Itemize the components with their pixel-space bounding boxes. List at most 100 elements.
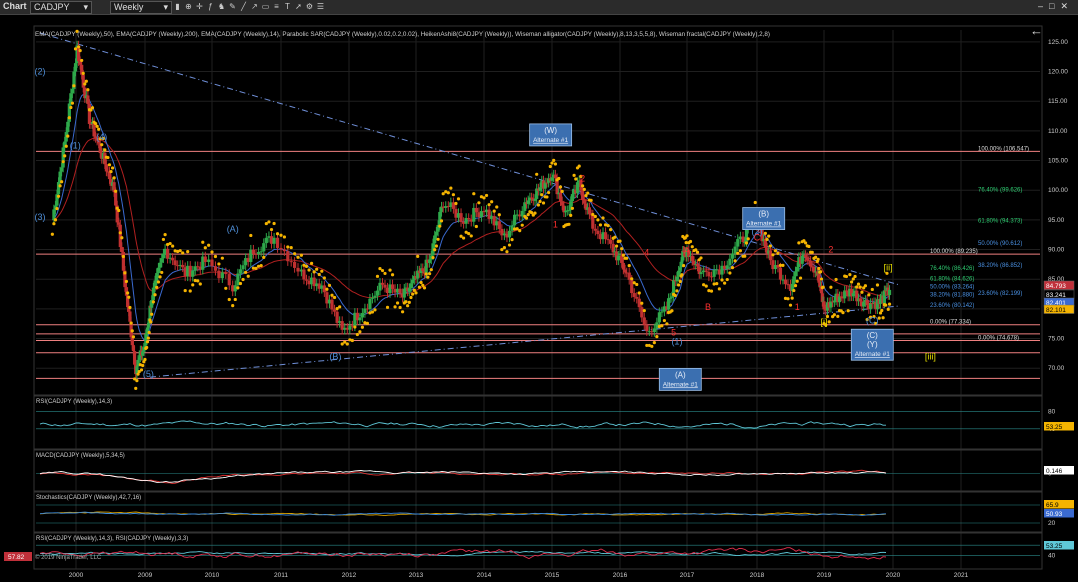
psar-dot [526, 213, 530, 217]
candle-body [668, 297, 672, 299]
psar-dot [601, 216, 605, 220]
indicators-icon[interactable]: ƒ [205, 1, 216, 12]
candle-body [171, 257, 175, 261]
psar-dot [690, 245, 694, 249]
psar-dot [332, 295, 337, 300]
timeframe-selector[interactable]: Weekly ▾ [110, 1, 172, 14]
indicator-panel-frame [33, 491, 1043, 533]
psar-dot [621, 253, 625, 257]
psar-dot [259, 263, 263, 268]
minimize-button[interactable]: – [1038, 1, 1049, 11]
x-tick-label: 2012 [342, 572, 357, 579]
psar-dot [150, 312, 154, 316]
psar-dot [50, 232, 54, 236]
psar-dot [433, 248, 437, 252]
text-icon[interactable]: T [282, 1, 293, 12]
psar-dot [312, 270, 316, 274]
psar-dot [560, 189, 564, 193]
bar-type-icon[interactable]: ▮ [172, 1, 183, 12]
chart-canvas[interactable]: (2)(1)(4)(3)(5)(A)(B)(C)(1)(2)(C)(Y)2145… [0, 14, 1078, 582]
candle-body [783, 279, 788, 285]
strategies-icon[interactable]: ♞ [216, 1, 227, 12]
indicator-value-text: 53.25 [1046, 543, 1063, 550]
crosshair-icon[interactable]: ✛ [194, 1, 205, 12]
ray-icon[interactable]: ↗ [249, 1, 260, 12]
wave-label: 1 [553, 220, 558, 230]
grid [33, 25, 1043, 569]
psar-dot [652, 341, 656, 345]
psar-dot [723, 281, 727, 285]
psar-dot [95, 124, 99, 128]
zoom-icon[interactable]: ⊕ [183, 1, 194, 12]
psar-dot [373, 308, 377, 312]
psar-dot [695, 250, 700, 254]
psar-dot [53, 218, 58, 222]
fib-label: 61.80% (94.373) [978, 219, 1022, 225]
psar-dot [680, 273, 684, 277]
candle-body [593, 228, 597, 231]
x-tick-label: 2000 [69, 572, 84, 579]
settings-icon[interactable]: ☰ [315, 1, 326, 12]
psar-dot [282, 235, 286, 239]
psar-dot [145, 345, 149, 350]
candle-body [704, 270, 708, 272]
psar-dot [487, 203, 491, 207]
psar-dot [106, 155, 110, 160]
candle-body [296, 267, 300, 272]
fib-label: 61.80% (84.626) [930, 276, 974, 282]
arrow-icon[interactable]: ➚ [293, 1, 304, 12]
candle-body [809, 260, 813, 267]
price-axis[interactable]: 125.00 120.00 115.00 110.00 105.00 100.00 95.0… [1043, 39, 1075, 372]
time-axis[interactable]: 2000 2009 2010 2011 2012 2013 2014 2015 2016 2017… [69, 572, 969, 579]
candle-body [793, 271, 798, 277]
psar-dot [467, 231, 471, 236]
candle-body [550, 177, 554, 181]
wave-label: (B) [329, 351, 341, 361]
candle-body [778, 267, 783, 280]
psar-dot [682, 264, 686, 268]
psar-dot [870, 287, 874, 292]
draw-icon[interactable]: ✎ [227, 1, 238, 12]
psar-dot [548, 164, 552, 169]
candle-body [695, 264, 700, 267]
psar-dot [810, 250, 814, 254]
maximize-button[interactable]: □ [1049, 1, 1060, 11]
candle-body [227, 274, 231, 286]
indicator-panel: RSI(CADJPY (Weekly),14,3)804053.25 [33, 395, 1074, 450]
psar-dot [365, 321, 370, 325]
psar-dot [627, 263, 631, 268]
psar-dot [186, 250, 190, 254]
candle-body [275, 237, 280, 248]
psar-dot [536, 203, 541, 207]
psar-dot [792, 288, 796, 293]
wave-label: A [684, 246, 690, 256]
back-arrow-icon[interactable]: ← [1030, 23, 1043, 38]
wave-label: (4) [96, 132, 107, 142]
psar-dot [482, 196, 486, 200]
rectangle-icon[interactable]: ▭ [260, 1, 271, 12]
candle-body [203, 256, 207, 262]
candle-body [304, 279, 309, 281]
instrument-selector[interactable]: CADJPY ▾ [30, 1, 92, 14]
properties-icon[interactable]: ⚙ [304, 1, 315, 12]
callout-line: Alternate #1 [746, 221, 781, 228]
psar-dot [81, 71, 85, 75]
line-icon[interactable]: ╱ [238, 1, 249, 12]
fib-icon[interactable]: ≡ [271, 1, 282, 12]
psar-dot [572, 173, 576, 177]
psar-dot [709, 289, 714, 293]
psar-dot [577, 164, 581, 168]
psar-dot [720, 278, 724, 282]
indicator-value-text: 65.9 [1046, 502, 1059, 509]
psar-dot [198, 282, 202, 286]
close-button[interactable]: ✕ [1060, 1, 1074, 11]
candle-body [289, 261, 293, 263]
psar-dot [768, 244, 773, 248]
candle-body [822, 301, 826, 310]
callout-box: (W) Alternate #1 [529, 123, 573, 147]
psar-dot [145, 340, 150, 344]
psar-dot [135, 379, 139, 383]
candle-body [332, 309, 337, 312]
candle-body [851, 293, 855, 297]
wave-label: (C) [866, 316, 879, 326]
